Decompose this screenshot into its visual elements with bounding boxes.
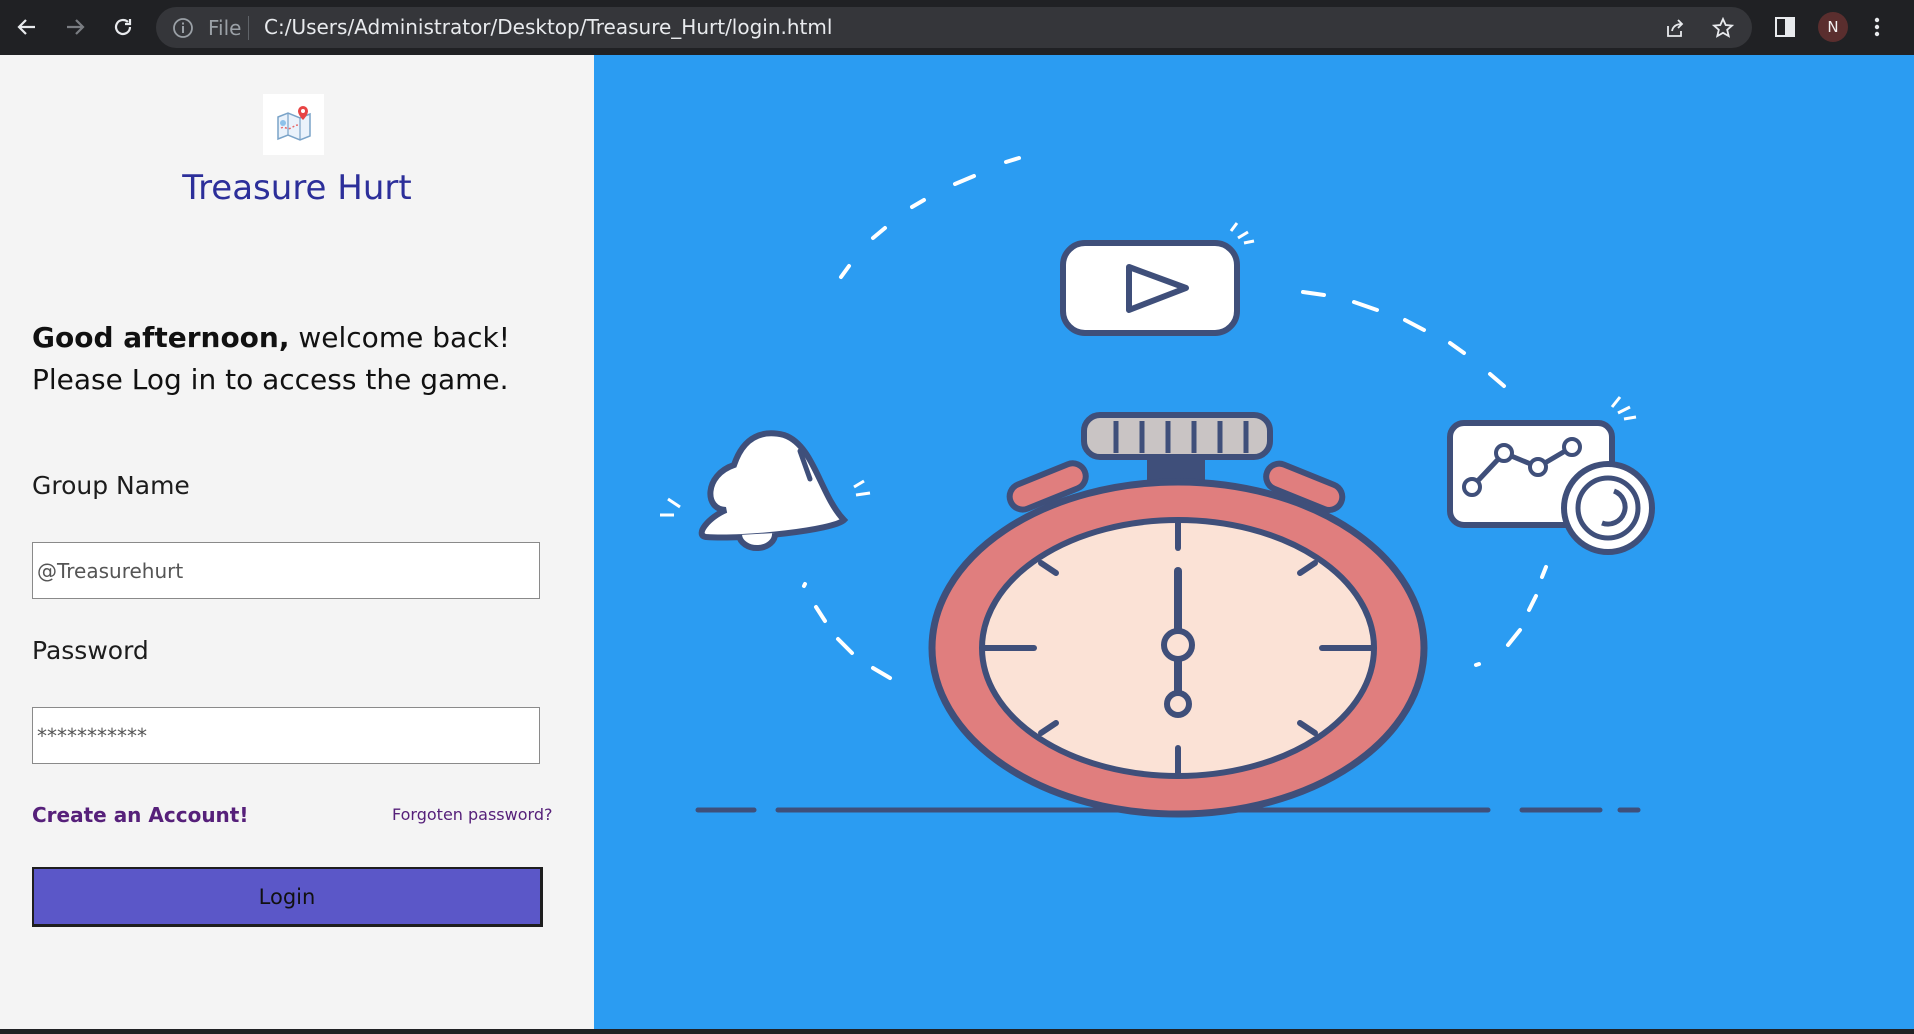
more-menu-icon[interactable] [1872, 16, 1882, 38]
share-icon[interactable] [1664, 17, 1686, 39]
stopwatch-icon [928, 412, 1428, 818]
group-name-input[interactable] [32, 542, 540, 599]
address-bar[interactable]: File C:/Users/Administrator/Desktop/Trea… [156, 7, 1752, 48]
login-button[interactable]: Login [32, 867, 543, 927]
greeting-bold: Good afternoon, [32, 321, 290, 354]
bell-icon [660, 430, 871, 552]
treasure-map-icon [276, 105, 311, 141]
info-icon[interactable] [172, 17, 194, 39]
bookmark-star-icon[interactable] [1712, 17, 1734, 39]
password-input[interactable] [32, 707, 540, 764]
page-content: Treasure Hurt Good afternoon, welcome ba… [0, 55, 1914, 1029]
greeting-text: Good afternoon, welcome back! Please Log… [32, 317, 572, 401]
analytics-card-icon [1447, 396, 1655, 555]
app-title: Treasure Hurt [182, 168, 412, 208]
url-text[interactable]: C:/Users/Administrator/Desktop/Treasure_… [264, 15, 832, 39]
forgot-password-link[interactable]: Forgoten password? [392, 805, 552, 824]
hero-illustration-panel [594, 55, 1914, 1029]
forward-arrow-icon [67, 19, 85, 35]
group-name-label: Group Name [32, 471, 190, 500]
greeting-line2: Please Log in to access the game. [32, 363, 509, 396]
browser-toolbar: File C:/Users/Administrator/Desktop/Trea… [0, 0, 1914, 55]
back-arrow-icon [17, 19, 35, 35]
reload-icon [114, 18, 132, 36]
greeting-rest: welcome back! [289, 321, 510, 354]
stopwatch-illustration [660, 156, 1655, 818]
password-label: Password [32, 636, 149, 665]
profile-avatar[interactable]: N [1818, 12, 1848, 42]
side-panel-icon[interactable] [1774, 16, 1796, 38]
back-button[interactable] [10, 10, 44, 44]
reload-button[interactable] [106, 10, 140, 44]
forward-button[interactable] [58, 10, 92, 44]
app-logo [263, 94, 324, 155]
file-scheme-label: File [208, 16, 242, 40]
video-play-icon [1060, 222, 1255, 336]
login-panel: Treasure Hurt Good afternoon, welcome ba… [0, 55, 594, 1029]
omnibox-divider [248, 16, 249, 40]
create-account-link[interactable]: Create an Account! [32, 803, 248, 827]
